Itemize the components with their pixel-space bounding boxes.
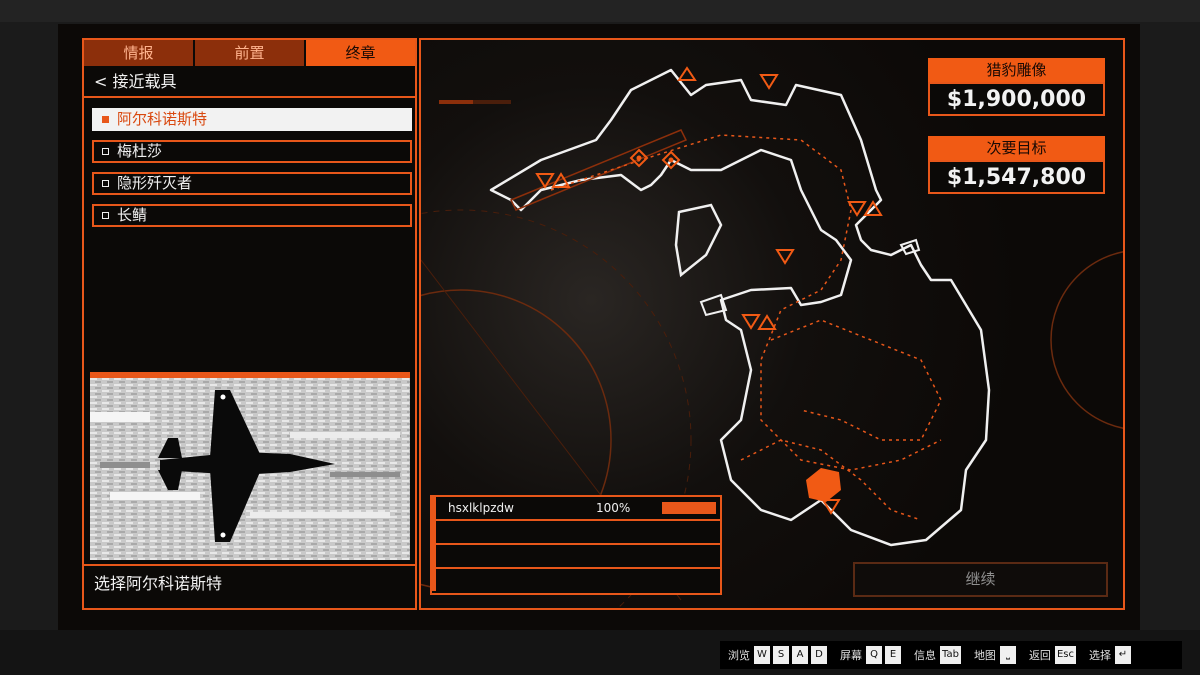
vehicle-item-stealth-annihilator[interactable]: 隐形歼灭者	[92, 172, 412, 195]
hint-label: 返回	[1028, 649, 1051, 662]
tab-intel[interactable]: 情报	[84, 40, 195, 66]
key-w: W	[754, 646, 770, 664]
vehicle-label: 梅杜莎	[117, 142, 163, 160]
player-progress-bar	[662, 502, 716, 514]
checkbox-icon	[102, 116, 109, 123]
checkbox-icon	[102, 148, 109, 155]
target-triangle-icon	[535, 66, 883, 515]
key-d: D	[811, 646, 827, 664]
key-enter: ↵	[1114, 646, 1131, 664]
hint-back: 返回 Esc	[1029, 646, 1079, 664]
hint-label: 屏幕	[840, 649, 862, 662]
reward-label: 猎豹雕像	[928, 58, 1105, 82]
vehicle-item-longfin[interactable]: 长鲭	[92, 204, 412, 227]
select-vehicle-caption: 选择阿尔科诺斯特	[94, 574, 223, 593]
continue-button[interactable]: 继续	[853, 562, 1108, 597]
vehicle-item-annihilator[interactable]: 梅杜莎	[92, 140, 412, 163]
player-percent: 100%	[596, 501, 631, 515]
reward-value: $1,547,800	[928, 160, 1105, 194]
player-status-list: hsxlklpzdw 100%	[430, 495, 722, 595]
left-panel: 情报 前置 终章 < 接近载具 阿尔科诺斯特 梅杜莎 隐形歼灭者 长鲭 选择阿尔…	[82, 38, 417, 610]
hint-map: 地图 ⎵	[974, 646, 1019, 664]
vehicle-label: 隐形歼灭者	[117, 174, 193, 192]
player-name: hsxlklpzdw	[448, 501, 514, 515]
vehicle-label: 长鲭	[117, 206, 148, 224]
key-s: S	[773, 646, 789, 664]
hint-label: 信息	[914, 649, 936, 662]
player-row: hsxlklpzdw 100%	[432, 497, 720, 521]
tab-prep[interactable]: 前置	[195, 40, 306, 66]
vehicle-item-alkonost[interactable]: 阿尔科诺斯特	[92, 108, 412, 131]
preview-accent-bar	[90, 372, 410, 378]
reward-value: $1,900,000	[928, 82, 1105, 116]
control-hints: 浏览 W S A D 屏幕 Q E 信息 Tab 地图 ⎵ 返回 Esc 选择 …	[720, 641, 1182, 669]
checkbox-icon	[102, 212, 109, 219]
hint-select: 选择 ↵	[1089, 646, 1134, 664]
hint-browse: 浏览 W S A D	[728, 646, 830, 664]
hint-info: 信息 Tab	[914, 646, 964, 664]
key-esc: Esc	[1054, 646, 1076, 664]
aircraft-silhouette-icon	[90, 378, 410, 560]
key-tab: Tab	[940, 646, 961, 664]
key-q: Q	[866, 646, 882, 664]
player-row-empty	[432, 521, 720, 545]
hint-screen: 屏幕 Q E	[840, 646, 904, 664]
key-e: E	[885, 646, 901, 664]
back-approach-vehicle[interactable]: < 接近载具	[84, 68, 415, 98]
reward-primary: 猎豹雕像 $1,900,000	[928, 58, 1105, 116]
vehicle-list: 阿尔科诺斯特 梅杜莎 隐形歼灭者 长鲭	[92, 108, 412, 236]
divider	[84, 564, 415, 566]
hint-label: 选择	[1088, 649, 1111, 662]
hint-label: 地图	[973, 649, 996, 662]
tab-finale[interactable]: 终章	[306, 40, 415, 66]
key-space: ⎵	[999, 646, 1016, 664]
reward-secondary: 次要目标 $1,547,800	[928, 136, 1105, 194]
hint-label: 浏览	[728, 649, 750, 662]
key-a: A	[792, 646, 808, 664]
vehicle-preview-image	[90, 372, 410, 560]
tab-bar: 情报 前置 终章	[84, 40, 415, 66]
monitor-bezel-top	[0, 0, 1200, 22]
player-row-empty	[432, 545, 720, 569]
player-row-empty	[432, 569, 720, 593]
checkbox-icon	[102, 180, 109, 187]
reward-label: 次要目标	[928, 136, 1105, 160]
vehicle-label: 阿尔科诺斯特	[117, 110, 208, 128]
